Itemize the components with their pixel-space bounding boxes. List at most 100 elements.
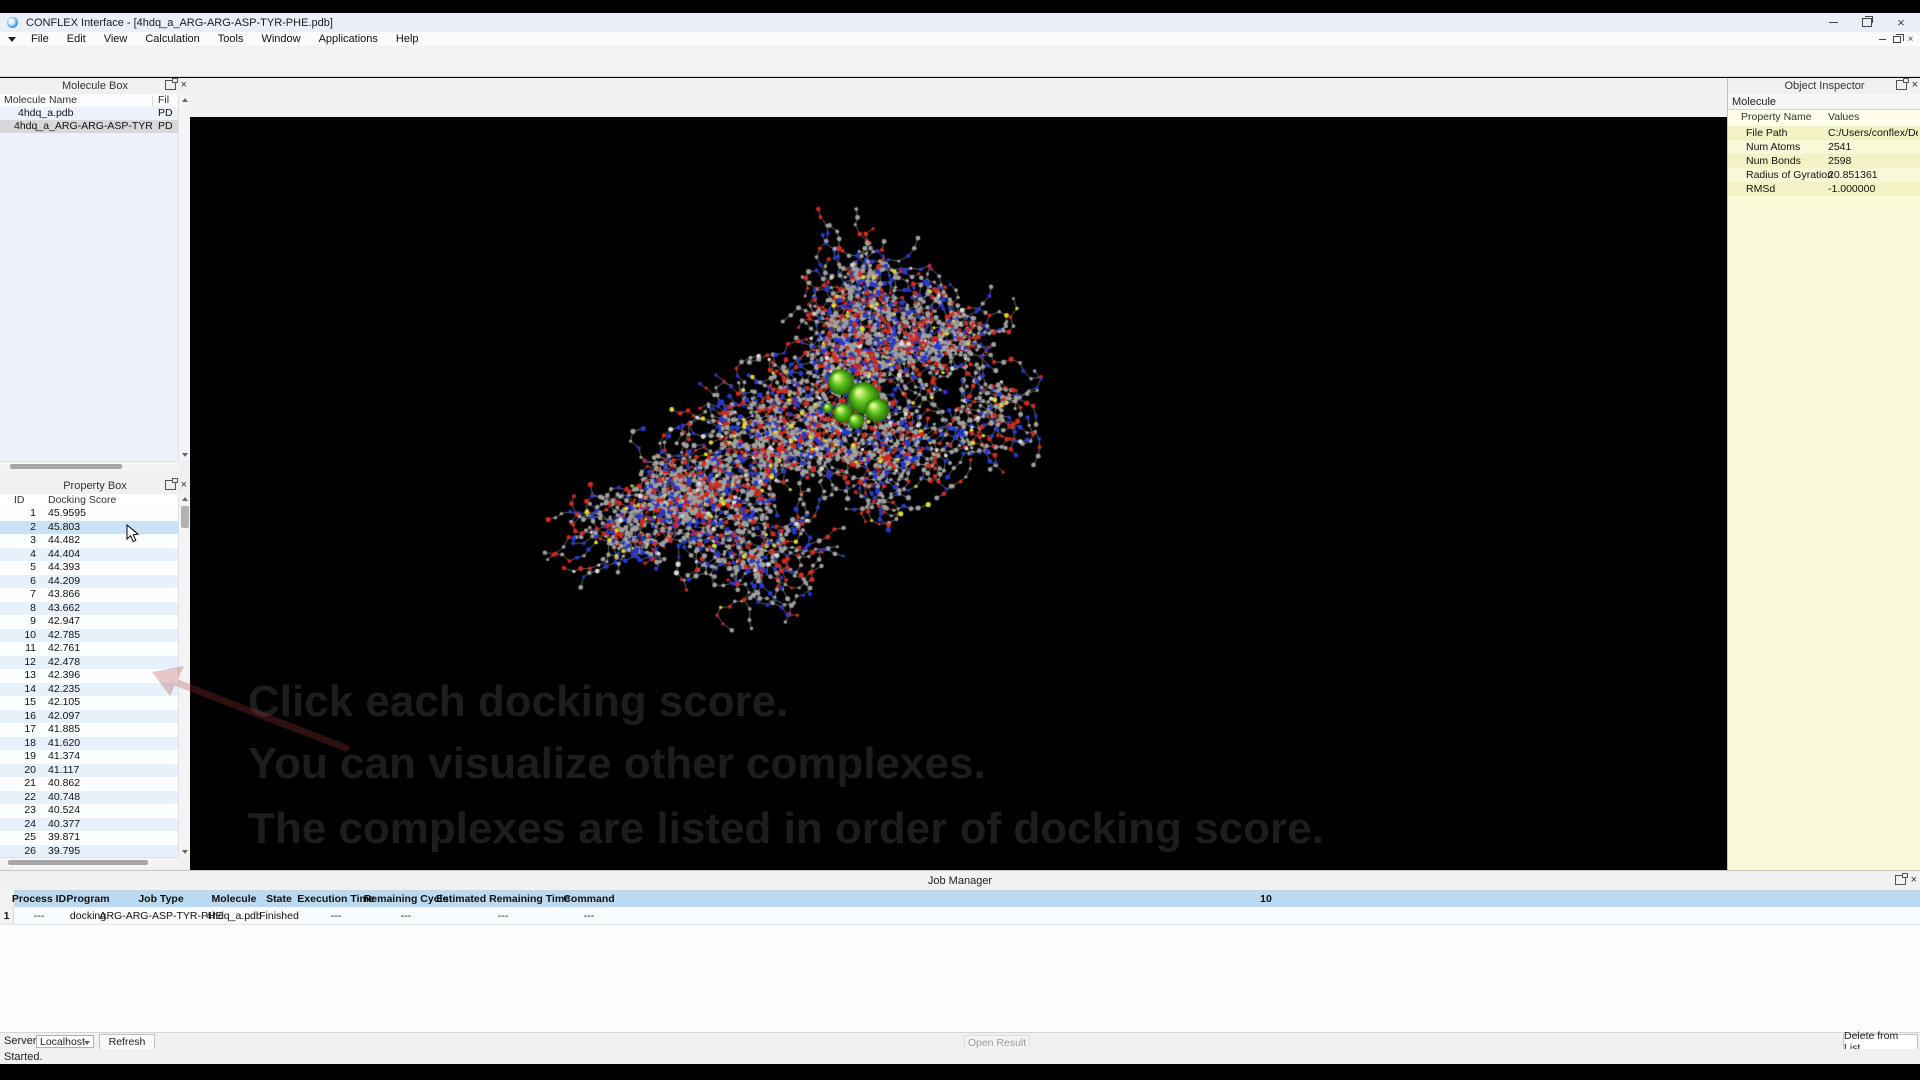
- molecule-box-float-icon[interactable]: [165, 80, 176, 90]
- docking-score-row[interactable]: 1242.478: [0, 656, 178, 670]
- score-id: 8: [0, 602, 36, 614]
- minimize-button[interactable]: [1818, 13, 1848, 32]
- docking-score-row[interactable]: 1042.785: [0, 629, 178, 643]
- property-list-hscrollbar[interactable]: [0, 857, 178, 867]
- property-box-title: Property Box: [63, 480, 127, 492]
- delete-from-list-button[interactable]: Delete from List: [1843, 1034, 1918, 1050]
- restore-button[interactable]: [1852, 13, 1882, 32]
- job-header-state[interactable]: State: [258, 890, 300, 907]
- open-result-button[interactable]: Open Result: [964, 1035, 1030, 1050]
- job-manager-float-icon[interactable]: [1895, 875, 1906, 885]
- close-button[interactable]: ×: [1886, 13, 1916, 32]
- docking-score-row[interactable]: 2539.871: [0, 831, 178, 845]
- score-id: 16: [0, 710, 36, 722]
- object-inspector-close-icon[interactable]: ×: [1912, 81, 1918, 90]
- job-header-command[interactable]: Command: [566, 890, 612, 907]
- docking-score-value: 40.377: [48, 818, 80, 830]
- menu-view[interactable]: View: [95, 33, 137, 45]
- menu-edit[interactable]: Edit: [58, 33, 95, 45]
- score-id: 13: [0, 669, 36, 681]
- docking-score-row[interactable]: 2340.524: [0, 804, 178, 818]
- molecule-list-hscrollbar[interactable]: [0, 461, 178, 471]
- job-manager-title-bar: Job Manager ×: [0, 871, 1920, 890]
- score-id: 5: [0, 561, 36, 573]
- job-header-job-type[interactable]: Job Type: [112, 890, 210, 907]
- score-id: 3: [0, 534, 36, 546]
- property-box-float-icon[interactable]: [165, 480, 176, 490]
- docking-score-row[interactable]: 2639.795: [0, 845, 178, 858]
- menu-applications[interactable]: Applications: [310, 33, 387, 45]
- menu-calculation[interactable]: Calculation: [136, 33, 208, 45]
- job-header-process-id[interactable]: Process ID: [14, 890, 64, 907]
- docking-score-row[interactable]: 1342.396: [0, 669, 178, 683]
- refresh-button[interactable]: Refresh: [99, 1034, 155, 1050]
- docking-score-row[interactable]: 444.404: [0, 548, 178, 562]
- score-id: 12: [0, 656, 36, 668]
- docking-score-value: 42.761: [48, 642, 80, 654]
- property-box-close-icon[interactable]: ×: [181, 481, 187, 490]
- property-box-column-header: ID Docking Score: [0, 494, 178, 508]
- job-manager-close-icon[interactable]: ×: [1911, 876, 1917, 885]
- col-file[interactable]: Fil: [158, 94, 169, 106]
- mdi-restore-icon: [1893, 36, 1901, 43]
- molecule-row[interactable]: 4hdq_a_ARG-ARG-ASP-TYR-PHE.pdbPD: [0, 120, 178, 133]
- molecule-canvas[interactable]: [190, 117, 1727, 870]
- property-box-header: Property Box ×: [0, 478, 190, 494]
- job-header-molecule[interactable]: Molecule: [210, 890, 258, 907]
- mdi-close-button[interactable]: ×: [1904, 33, 1917, 45]
- docking-score-value: 45.9595: [48, 507, 86, 519]
- docking-score-row[interactable]: 2240.748: [0, 791, 178, 805]
- menu-tools[interactable]: Tools: [209, 33, 253, 45]
- object-inspector-header: Object Inspector ×: [1728, 78, 1920, 94]
- mdi-minimize-button[interactable]: [1876, 33, 1889, 45]
- menu-window[interactable]: Window: [252, 33, 309, 45]
- molecule-viewport[interactable]: Click each docking score.You can visuali…: [190, 117, 1727, 870]
- docking-score-row[interactable]: 2140.862: [0, 777, 178, 791]
- job-header-remaining-cycle[interactable]: Remaining Cycle: [372, 890, 440, 907]
- col-molecule-name[interactable]: Molecule Name: [4, 94, 77, 106]
- docking-score-row[interactable]: 5 44.393: [0, 561, 178, 575]
- docking-score-row[interactable]: 1941.374: [0, 750, 178, 764]
- docking-score-row[interactable]: 2440.377: [0, 818, 178, 832]
- docking-score-row[interactable]: 1841.620: [0, 737, 178, 751]
- server-combobox[interactable]: Localhost: [36, 1035, 94, 1048]
- docking-score-value: 44.393: [48, 561, 80, 573]
- docking-score-value: 41.620: [48, 737, 80, 749]
- job-header-program[interactable]: Program: [64, 890, 112, 907]
- mdi-restore-button[interactable]: [1890, 33, 1903, 45]
- docking-score-value: 44.482: [48, 534, 80, 546]
- docking-score-row[interactable]: 245.803: [0, 521, 178, 535]
- docking-score-row[interactable]: 1442.235: [0, 683, 178, 697]
- molecule-row[interactable]: 4hdq_a.pdbPD: [0, 107, 178, 120]
- menu-overflow-icon[interactable]: [8, 37, 16, 42]
- docking-score-row[interactable]: 2041.117: [0, 764, 178, 778]
- combo-chevron-icon: [84, 1041, 90, 1045]
- object-inspector-float-icon[interactable]: [1896, 80, 1907, 90]
- col-id[interactable]: ID: [14, 494, 25, 506]
- job-header-execution-time[interactable]: Execution Time: [300, 890, 372, 907]
- col-docking-score[interactable]: Docking Score: [48, 494, 116, 506]
- docking-score-row[interactable]: 644.209: [0, 575, 178, 589]
- docking-score-row[interactable]: 942.947: [0, 615, 178, 629]
- job-header-estimated-remaining-time[interactable]: Estimated Remaining Time: [440, 890, 566, 907]
- molecule-box-close-icon[interactable]: ×: [181, 81, 187, 90]
- docking-score-row[interactable]: 1542.105: [0, 696, 178, 710]
- property-name: Radius of Gyration: [1746, 169, 1833, 181]
- docking-score-row[interactable]: 843.662: [0, 602, 178, 616]
- docking-score-row[interactable]: 743.866: [0, 588, 178, 602]
- conflex-window: CONFLEX Interface - [4hdq_a_ARG-ARG-ASP-…: [0, 0, 1920, 1080]
- docking-score-value: 39.795: [48, 845, 80, 857]
- docking-score-row[interactable]: 145.9595: [0, 507, 178, 521]
- menu-help[interactable]: Help: [387, 33, 428, 45]
- menu-file[interactable]: File: [22, 33, 58, 45]
- score-id: 20: [0, 764, 36, 776]
- docking-score-row[interactable]: 1741.885: [0, 723, 178, 737]
- docking-score-row[interactable]: 1142.761: [0, 642, 178, 656]
- job-cell: ---: [372, 907, 440, 924]
- object-inspector-tab[interactable]: Molecule: [1728, 94, 1920, 110]
- job-table-row[interactable]: 1---dockingARG-ARG-ASP-TYR-PHE4hdq_a.pdb…: [0, 907, 1920, 925]
- job-row-number: 1: [0, 907, 14, 924]
- docking-score-row[interactable]: 1642.097: [0, 710, 178, 724]
- docking-score-value: 44.404: [48, 548, 80, 560]
- docking-score-row[interactable]: 3 44.482: [0, 534, 178, 548]
